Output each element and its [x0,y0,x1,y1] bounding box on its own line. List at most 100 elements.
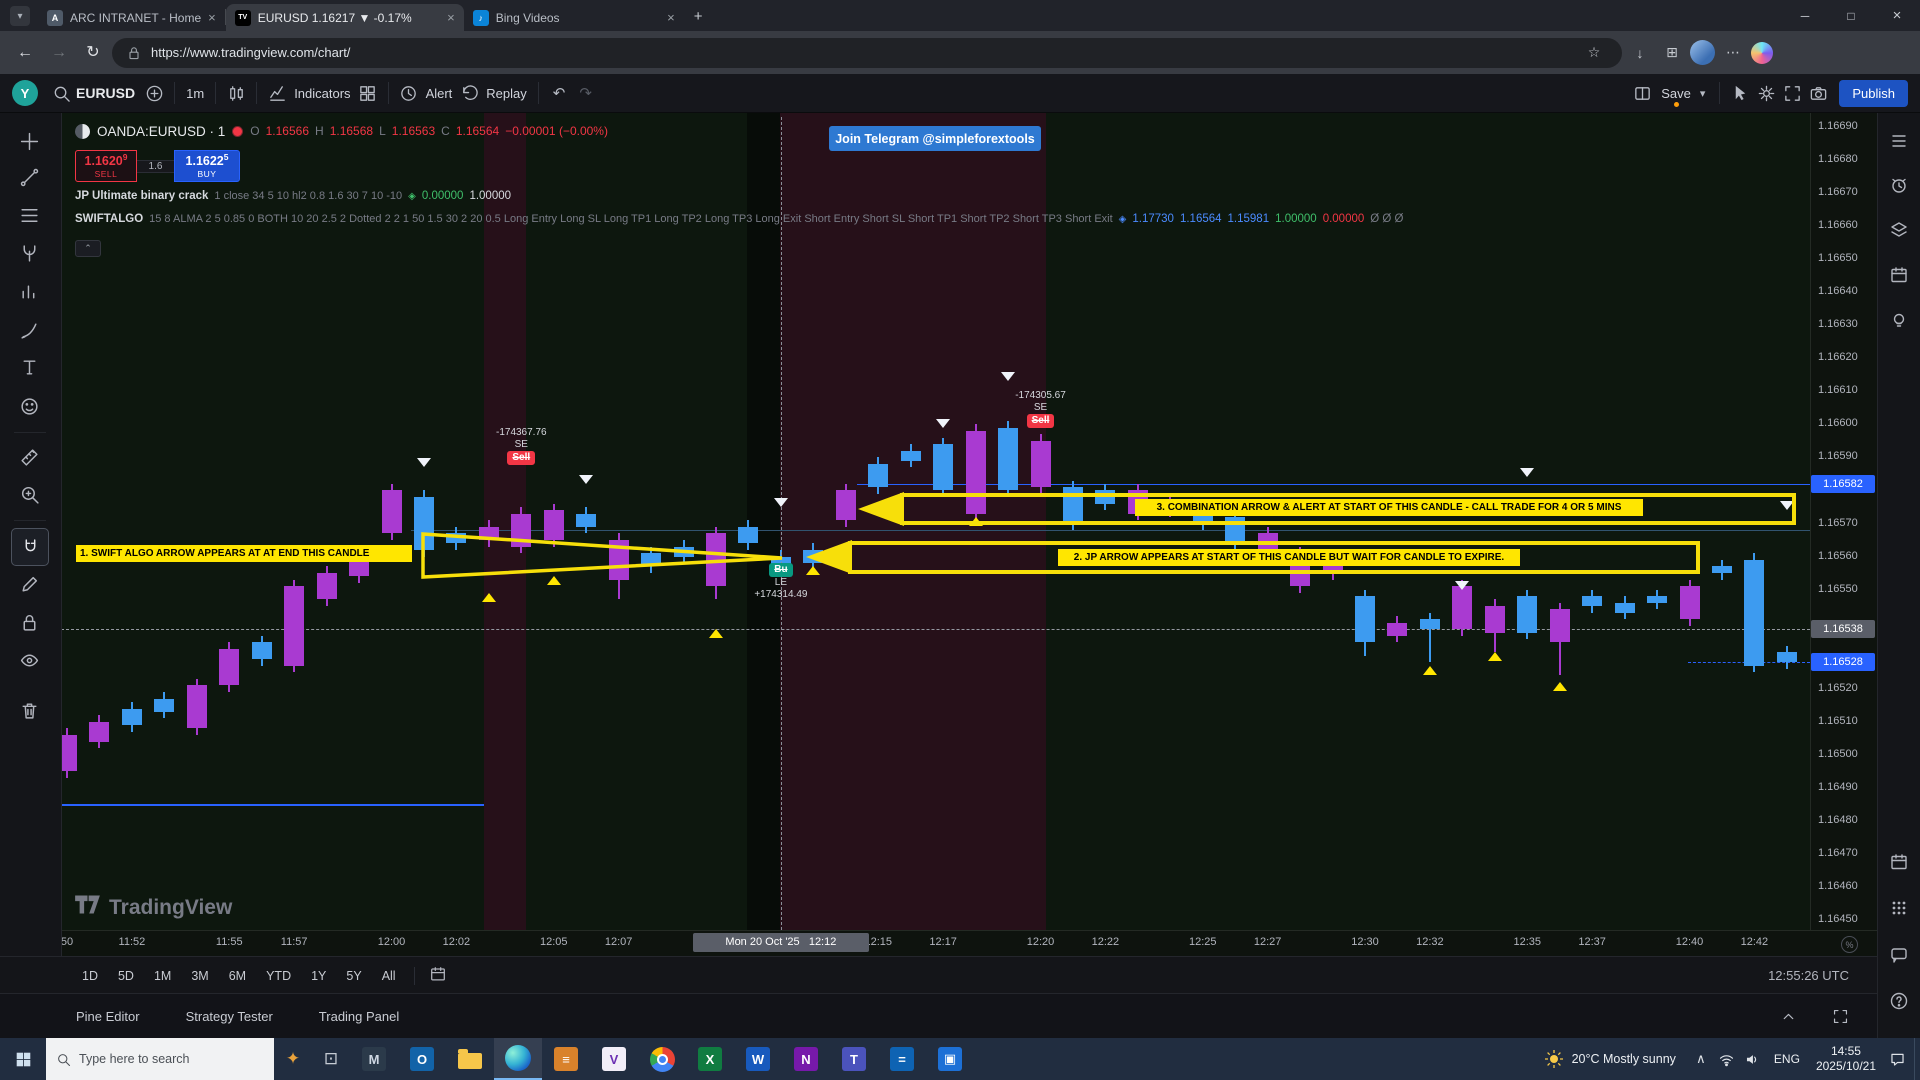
browser-tab-bing[interactable]: ♪ Bing Videos × [464,4,684,31]
redo-icon[interactable]: ↷ [572,84,599,102]
tab-close-icon[interactable]: × [447,10,455,25]
indicators-button[interactable]: Indicators [290,86,354,101]
compare-add-icon[interactable] [141,80,167,106]
onenote-icon[interactable]: N [782,1038,830,1080]
address-bar[interactable]: https://www.tradingview.com/chart/ ☆ [112,38,1622,68]
url-text[interactable]: https://www.tradingview.com/chart/ [151,45,1571,60]
help-icon[interactable] [1882,984,1916,1018]
weather-widget[interactable]: 20°C Mostly sunny [1532,1049,1688,1069]
economic-calendar-icon[interactable] [1882,845,1916,879]
tab-audio-icon[interactable]: ♪ [473,10,489,26]
replay-button[interactable]: Replay [482,86,530,101]
legend-collapse-chevron-icon[interactable]: ⌃ [75,240,101,257]
calculator-icon[interactable]: = [878,1038,926,1080]
go-to-date-icon[interactable] [429,965,451,987]
forward-button[interactable]: → [44,38,74,68]
site-info-lock-icon[interactable] [126,45,142,61]
close-button[interactable]: × [1874,0,1920,31]
range-button-1d[interactable]: 1D [82,969,98,983]
ideas-icon[interactable] [1882,304,1916,338]
replay-icon[interactable] [456,80,482,106]
language-indicator[interactable]: ENG [1766,1052,1808,1066]
range-button-5y[interactable]: 5Y [346,969,361,983]
wifi-icon[interactable] [1714,1038,1740,1080]
remove-tool-icon[interactable] [11,692,47,728]
tab-trading-panel[interactable]: Trading Panel [319,1009,399,1024]
action-center-icon[interactable] [1884,1038,1910,1080]
excel-icon[interactable]: X [686,1038,734,1080]
search-highlights-icon[interactable]: ✦ [274,1038,312,1080]
measure-tool-icon[interactable] [11,439,47,475]
watchlist-icon[interactable] [1882,124,1916,158]
show-desktop-button[interactable] [1914,1038,1920,1080]
panel-chevron-up-icon[interactable] [1775,1003,1801,1029]
edge-browser-icon[interactable] [494,1038,542,1080]
downloads-icon[interactable]: ↓ [1626,45,1654,61]
brush-tool-icon[interactable] [11,312,47,348]
apps-grid-icon[interactable] [1882,891,1916,925]
tab-strategy-tester[interactable]: Strategy Tester [186,1009,273,1024]
speaker-icon[interactable] [1740,1038,1766,1080]
alert-button[interactable]: Alert [422,86,457,101]
checkmark-app-icon[interactable]: V [590,1038,638,1080]
text-tool-icon[interactable] [11,349,47,385]
save-button[interactable]: Save [1655,86,1693,101]
chrome-icon[interactable] [638,1038,686,1080]
utc-clock[interactable]: 12:55:26 UTC [1768,968,1849,983]
teams-icon[interactable]: T [830,1038,878,1080]
tab-pine-editor[interactable]: Pine Editor [76,1009,140,1024]
file-explorer-icon[interactable] [446,1038,494,1080]
undo-icon[interactable]: ↶ [546,84,573,102]
snapshot-camera-icon[interactable] [1805,80,1831,106]
symbol-name[interactable]: EURUSD [74,85,141,101]
quick-search-icon[interactable] [1727,80,1753,106]
browser-tab-tradingview[interactable]: TV EURUSD 1.16217 ▼ -0.17% × [226,4,464,31]
taskbar-clock[interactable]: 14:55 2025/10/21 [1808,1044,1884,1074]
browser-menu-icon[interactable]: ⋯ [1719,44,1747,61]
telegram-banner[interactable]: Join Telegram @simpleforextools [829,126,1041,151]
emoji-tool-icon[interactable] [11,388,47,424]
annotation-label-3[interactable]: 3. COMBINATION ARROW & ALERT AT START OF… [1135,499,1643,516]
range-button-3m[interactable]: 3M [191,969,208,983]
pattern-tool-icon[interactable] [11,235,47,271]
extensions-icon[interactable]: ⊞ [1658,44,1686,61]
outlook-icon[interactable]: O [398,1038,446,1080]
range-button-1y[interactable]: 1Y [311,969,326,983]
chart-plot-area[interactable] [61,113,1810,930]
range-button-all[interactable]: All [382,969,396,983]
time-scale[interactable]: % [61,930,1877,957]
back-button[interactable]: ← [10,38,40,68]
favorite-star-icon[interactable]: ☆ [1580,44,1608,61]
calendar-icon[interactable] [1882,258,1916,292]
price-scale[interactable] [1810,113,1878,930]
chart-type-icon[interactable] [223,80,249,106]
edit-tool-icon[interactable] [11,566,47,602]
alerts-icon[interactable] [1882,168,1916,202]
save-menu-chevron-icon[interactable]: ▾ [1693,87,1713,100]
taskbar-search-box[interactable]: Type here to search [46,1038,274,1080]
hotlists-icon[interactable] [1882,213,1916,247]
browser-tab-intranet[interactable]: A ARC INTRANET - Home × [38,4,225,31]
fullscreen-icon[interactable] [1779,80,1805,106]
forecast-tool-icon[interactable] [11,273,47,309]
settings-gear-icon[interactable] [1753,80,1779,106]
hide-tool-icon[interactable] [11,642,47,678]
annotation-label-2[interactable]: 2. JP ARROW APPEARS AT START OF THIS CAN… [1058,549,1520,566]
range-button-ytd[interactable]: YTD [266,969,291,983]
minimize-button[interactable]: ─ [1782,0,1828,31]
publish-button[interactable]: Publish [1839,80,1908,107]
magnet-tool-icon[interactable] [11,528,49,566]
user-avatar[interactable]: Y [12,80,38,106]
symbol-search-icon[interactable] [48,80,74,106]
chat-icon[interactable] [1882,938,1916,972]
mail-app-icon[interactable]: M [350,1038,398,1080]
tab-close-icon[interactable]: × [208,10,216,25]
range-button-1m[interactable]: 1M [154,969,171,983]
task-view-icon[interactable]: ⊡ [312,1038,350,1080]
start-button[interactable] [0,1038,46,1080]
notepad-app-icon[interactable]: ≡ [542,1038,590,1080]
copilot-icon[interactable] [1751,42,1773,64]
word-icon[interactable]: W [734,1038,782,1080]
indicator-templates-icon[interactable] [355,80,381,106]
tab-close-icon[interactable]: × [667,10,675,25]
